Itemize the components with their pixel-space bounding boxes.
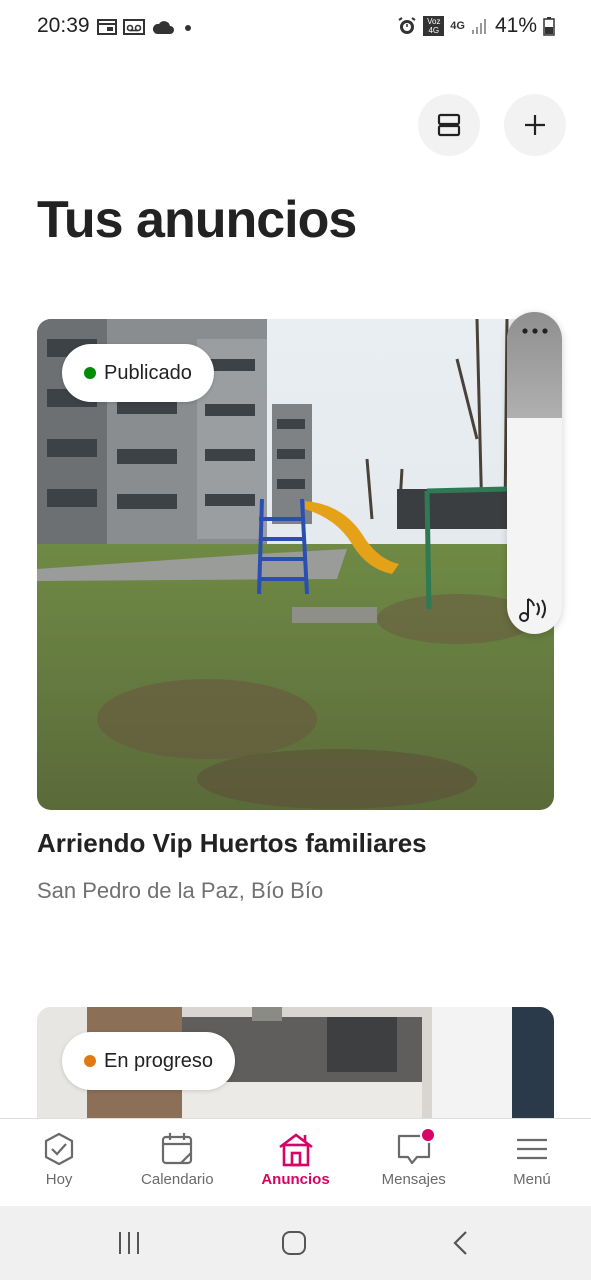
tab-hoy[interactable]: Hoy — [0, 1119, 118, 1207]
view-toggle-button[interactable] — [418, 94, 480, 156]
menu-icon — [516, 1138, 547, 1160]
add-listing-button[interactable] — [504, 94, 566, 156]
battery-icon — [543, 17, 555, 36]
calendar-icon — [97, 19, 117, 35]
bottom-tab-bar: Hoy Calendario Anuncios Mensajes Menú — [0, 1118, 591, 1207]
tab-calendario[interactable]: Calendario — [118, 1119, 236, 1207]
music-sound-icon — [518, 598, 546, 622]
status-badge: Publicado — [62, 344, 214, 402]
status-label: Publicado — [104, 361, 192, 384]
listing-card[interactable]: En progreso — [37, 1007, 554, 1127]
status-badge: En progreso — [62, 1032, 235, 1090]
more-dots-icon — [521, 328, 548, 334]
tab-mensajes[interactable]: Mensajes — [355, 1119, 473, 1207]
status-dot — [84, 1055, 96, 1067]
home-icon — [282, 1231, 306, 1255]
list-view-icon — [437, 113, 461, 137]
back-button[interactable] — [450, 1230, 472, 1261]
tab-menu[interactable]: Menú — [473, 1119, 591, 1207]
status-time: 20:39 — [37, 14, 90, 37]
tab-label: Mensajes — [381, 1171, 446, 1188]
status-bar: 20:39 Voz 4G 4G 41% — [0, 0, 591, 56]
home-button[interactable] — [281, 1230, 307, 1261]
notification-badge — [419, 1127, 436, 1143]
dot-icon — [185, 25, 191, 31]
alarm-icon — [398, 17, 416, 34]
more-options-button[interactable] — [507, 312, 562, 418]
4g-icon: 4G — [450, 20, 465, 32]
tab-label: Calendario — [141, 1171, 214, 1188]
tab-label: Hoy — [45, 1171, 73, 1188]
audio-button[interactable] — [507, 594, 562, 624]
listing-card[interactable]: Publicado — [37, 319, 554, 810]
recents-button[interactable] — [116, 1230, 142, 1261]
cloud-icon — [152, 21, 174, 34]
page-title: Tus anuncios — [37, 191, 357, 249]
voicemail-icon — [123, 19, 145, 35]
system-nav-bar — [0, 1206, 591, 1280]
recents-icon — [119, 1232, 139, 1254]
tab-anuncios[interactable]: Anuncios — [236, 1119, 354, 1207]
tab-label: Anuncios — [261, 1171, 330, 1188]
back-icon — [453, 1231, 467, 1255]
status-dot — [84, 367, 96, 379]
check-circle-icon — [44, 1132, 74, 1166]
volte-icon: Voz 4G — [423, 16, 445, 36]
listing-title[interactable]: Arriendo Vip Huertos familiares — [37, 828, 427, 859]
tab-label: Menú — [513, 1171, 551, 1188]
plus-icon — [525, 115, 545, 135]
signal-icon — [471, 19, 486, 34]
floating-side-panel[interactable] — [507, 312, 562, 634]
listing-location: San Pedro de la Paz, Bío Bío — [37, 878, 324, 903]
calendar-icon — [162, 1133, 193, 1165]
status-label: En progreso — [104, 1049, 213, 1072]
house-icon — [278, 1133, 313, 1167]
battery-percent: 41% — [494, 14, 537, 37]
